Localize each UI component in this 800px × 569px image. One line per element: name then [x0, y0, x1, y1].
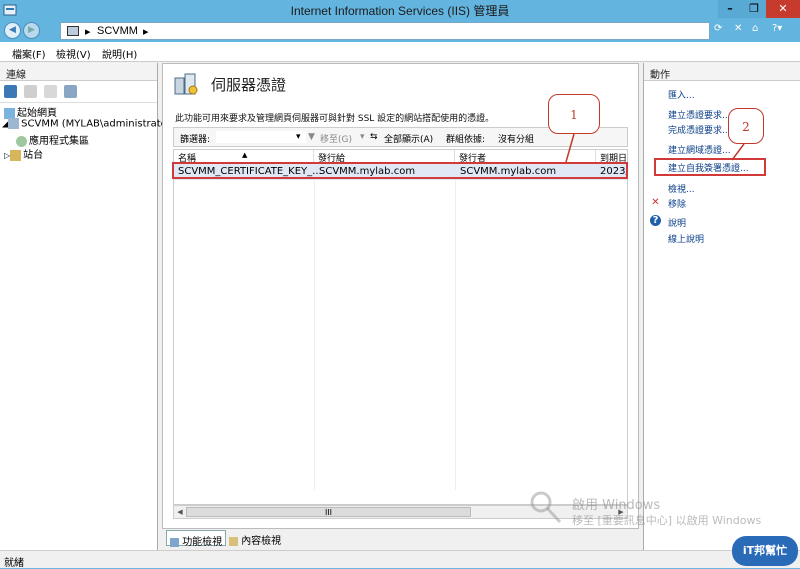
action-help[interactable]: 說明 [668, 216, 686, 229]
group-by-label: 群組依據: [446, 135, 486, 145]
up-icon[interactable] [44, 85, 57, 98]
tree-app-pools[interactable]: 應用程式集區 [16, 132, 89, 147]
action-create-domain-cert[interactable]: 建立網域憑證... [668, 143, 731, 156]
breadcrumb-separator-icon: ▸ [85, 26, 91, 38]
menu-help[interactable]: 說明(H) [102, 46, 137, 61]
app-pool-icon [16, 135, 27, 147]
home-icon[interactable]: ⌂ [752, 23, 758, 39]
filter-dropdown-icon[interactable]: ▾ [296, 132, 301, 142]
title-bar: Internet Information Services (IIS) 管理員 … [0, 0, 800, 20]
save-icon[interactable] [24, 85, 37, 98]
server-icon [8, 118, 20, 129]
address-bar[interactable]: ▸ SCVMM ▸ [60, 22, 710, 40]
certificates-table: 名稱 ▲ 發行給 發行者 到期日 SCVMM_CERTIFICATE_KEY_..… [173, 149, 628, 505]
filter-input[interactable] [216, 131, 306, 143]
page-description: 此功能可用來要求及管理網頁伺服器可與針對 SSL 設定的網站搭配使用的憑證。 [175, 114, 495, 124]
action-create-request[interactable]: 建立憑證要求... [668, 108, 731, 121]
stop-icon[interactable]: ✕ [734, 23, 742, 39]
scrollbar-thumb[interactable]: III [186, 507, 471, 517]
breadcrumb-chevron-icon[interactable]: ▸ [143, 25, 149, 38]
tree-server[interactable]: ◢ SCVMM (MYLAB\administrator) [2, 118, 175, 130]
view-tabs: 功能檢視 內容檢視 [162, 530, 639, 548]
key-watermark-icon [530, 491, 562, 524]
maximize-button[interactable]: ❐ [742, 0, 766, 18]
features-view-icon [170, 537, 179, 547]
delete-connection-icon[interactable] [64, 85, 77, 98]
connections-toolbar [0, 81, 157, 103]
activate-windows-hint: 移至 [重要訊息中心] 以啟用 Windows [572, 514, 762, 527]
tree-start-page[interactable]: 起始網頁 [4, 104, 57, 119]
action-view[interactable]: 檢視... [668, 182, 695, 195]
minimize-button[interactable]: – [718, 0, 742, 18]
activate-windows-title: 啟用 Windows [572, 498, 661, 513]
sort-ascending-icon: ▲ [242, 151, 248, 159]
status-text: 就緒 [4, 558, 24, 569]
connect-icon[interactable] [4, 85, 17, 98]
refresh-icon[interactable]: ⟳ [714, 23, 722, 39]
action-remove[interactable]: 移除 [668, 197, 686, 210]
menu-file[interactable]: 檔案(F) [12, 46, 46, 61]
callout-1: 1 [548, 94, 600, 134]
iis-manager-window: Internet Information Services (IIS) 管理員 … [0, 0, 800, 569]
start-page-icon [4, 107, 15, 119]
computer-icon [67, 26, 79, 36]
help-icon[interactable]: ?▾ [772, 23, 782, 39]
content-view-icon [229, 536, 238, 546]
connections-title: 連線 [0, 63, 157, 81]
close-button[interactable]: ✕ [766, 0, 800, 18]
menu-view[interactable]: 檢視(V) [56, 46, 91, 61]
server-certificate-icon [174, 73, 198, 95]
back-button[interactable]: ◀ [4, 22, 21, 39]
callout-2: 2 [728, 108, 764, 144]
tab-features-view[interactable]: 功能檢視 [166, 530, 227, 548]
page-title: 伺服器憑證 [211, 76, 287, 94]
status-bar: 就緒 [0, 550, 800, 569]
help-circle-icon: ? [650, 215, 661, 226]
ithome-badge: iT邦幫忙 [732, 536, 798, 566]
show-all-icon[interactable]: ⇆ [370, 132, 378, 142]
go-dropdown-icon[interactable]: ▾ [360, 132, 365, 142]
breadcrumb-scvmm[interactable]: SCVMM [97, 25, 138, 37]
sites-folder-icon [10, 149, 22, 161]
highlight-cert-row [172, 162, 628, 179]
tab-content-view[interactable]: 內容檢視 [226, 530, 284, 547]
filter-label: 篩選器: [180, 135, 211, 145]
action-complete-request[interactable]: 完成憑證要求... [668, 123, 731, 136]
group-by-select[interactable]: 沒有分組 [498, 132, 534, 145]
menu-bar: 檔案(F) 檢視(V) 說明(H) [0, 42, 800, 62]
tree-sites[interactable]: ▷ 站台 [4, 146, 43, 161]
remove-icon: ✕ [651, 197, 660, 208]
connections-panel: 連線 起始網頁 ◢ SCVMM (MYLAB\administrator) 應用程… [0, 63, 175, 550]
highlight-self-signed-action [654, 158, 766, 176]
actions-title: 動作 [644, 63, 800, 81]
action-online-help[interactable]: 線上說明 [668, 232, 704, 245]
funnel-icon[interactable]: ▼ [308, 132, 315, 142]
action-import[interactable]: 匯入... [668, 88, 695, 101]
go-button[interactable]: 移至(G) [320, 132, 352, 145]
window-title: Internet Information Services (IIS) 管理員 [290, 4, 510, 18]
forward-button[interactable]: ▶ [23, 22, 40, 39]
scroll-left-icon[interactable]: ◀ [175, 507, 185, 517]
show-all-button[interactable]: 全部顯示(A) [384, 132, 433, 145]
actions-panel: 動作 匯入... 建立憑證要求... 完成憑證要求... 建立網域憑證... 建… [643, 63, 800, 550]
address-row: ◀ ▶ ▸ SCVMM ▸ ⟳ ✕ ⌂ ?▾ [0, 20, 800, 42]
